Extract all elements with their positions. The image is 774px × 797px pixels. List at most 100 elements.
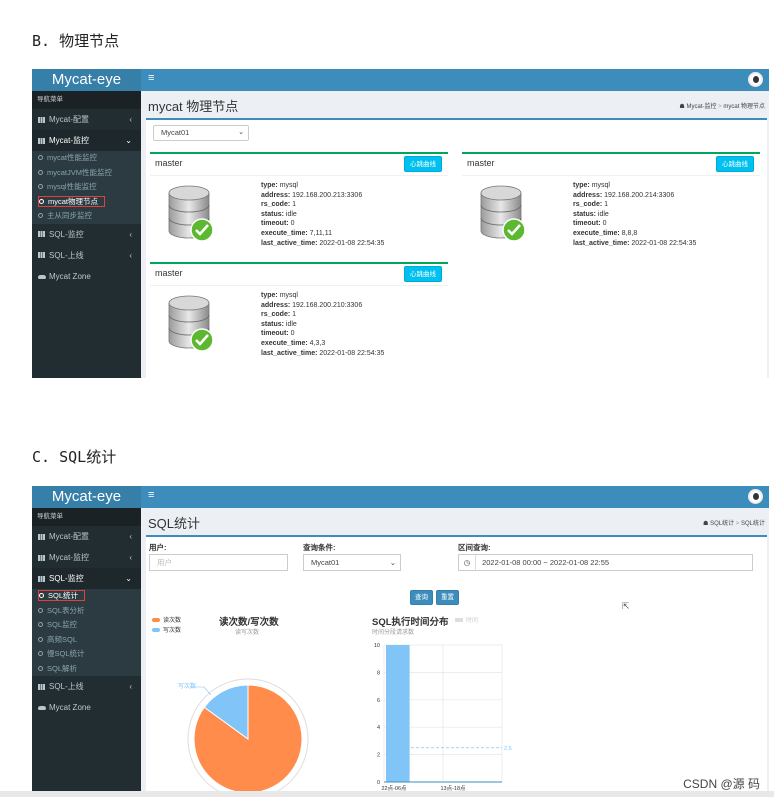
- pie-chart: 写次数 读次数: [178, 678, 309, 791]
- sidebar-item-sql-monitor[interactable]: SQL-监控 ⌄: [32, 568, 141, 589]
- circle-icon: [38, 636, 43, 642]
- y-tick-label: 2: [377, 753, 380, 759]
- app-logo[interactable]: Mycat-eye: [32, 69, 141, 91]
- sidebar-item-mycat-monitor[interactable]: Mycat-监控 ‹: [32, 547, 141, 568]
- node-card-1: master 心跳曲线 type: mysql address: 192.168…: [150, 152, 448, 255]
- node-card-2: master 心跳曲线 type: mysql address: 192.168…: [462, 152, 760, 255]
- sidebar-item-mycat-zone[interactable]: Mycat Zone: [32, 697, 141, 718]
- circle-icon: [38, 155, 43, 160]
- sidebar-sub-slow-sql[interactable]: 慢SQL统计: [32, 647, 141, 662]
- sidebar-sub-sql-stats[interactable]: SQL统计: [32, 589, 141, 604]
- grid-icon: [38, 137, 45, 144]
- circle-icon: [38, 169, 43, 175]
- node-info: type: mysql address: 192.168.200.210:330…: [261, 292, 385, 357]
- circle-icon: [39, 593, 44, 598]
- query-button[interactable]: 查询: [410, 590, 433, 605]
- mycat-select[interactable]: Mycat01 ⌄: [153, 125, 249, 141]
- mycat-eye-sql-stats-window: Mycat-eye ≡ 导航菜单 Mycat-配置 ‹ Mycat-监控 ‹ SQL…: [32, 486, 769, 791]
- cloud-icon: [38, 274, 46, 279]
- user-avatar[interactable]: [748, 489, 763, 504]
- chevron-left-icon: ‹: [129, 553, 132, 562]
- nav-header: 导航菜单: [32, 508, 141, 526]
- node-info: type: mysql address: 192.168.200.214:330…: [573, 182, 697, 247]
- sidebar-item-mycat-monitor[interactable]: Mycat-监控 ⌄: [32, 130, 141, 151]
- sidebar-sub-mycat-perf[interactable]: mycat性能监控: [32, 151, 141, 166]
- content-area: SQL统计 ☗ SQL统计 > SQL统计 用户: 用户 查询条件: Mycat…: [141, 508, 769, 791]
- bar-chart-subtitle: 时间分段请求数: [372, 630, 415, 636]
- sidebar: 导航菜单 Mycat-配置 ‹ Mycat-监控 ⌄ mycat性能监控 mycat…: [32, 91, 141, 378]
- menu-toggle-icon[interactable]: ≡: [148, 72, 154, 84]
- sidebar-sub-physical-node[interactable]: mycat物理节点: [32, 194, 141, 209]
- sidebar-sub-sql-table[interactable]: SQL表分析: [32, 603, 141, 618]
- legend-read[interactable]: 读次数: [152, 615, 181, 624]
- home-icon: ☗: [703, 521, 709, 527]
- app-logo[interactable]: Mycat-eye: [32, 486, 141, 508]
- chevron-down-icon: ⌄: [238, 129, 244, 136]
- chevron-left-icon: ‹: [129, 115, 132, 124]
- bar-0[interactable]: [386, 645, 410, 782]
- condition-label: 查询条件:: [303, 543, 336, 552]
- circle-icon: [39, 198, 44, 204]
- legend-write[interactable]: 写次数: [152, 625, 181, 634]
- cloud-icon: [38, 706, 46, 710]
- sidebar-sub-frequent-sql[interactable]: 高频SQL: [32, 632, 141, 647]
- y-tick-label: 0: [377, 780, 380, 786]
- database-ok-icon: [168, 295, 214, 352]
- cursor-icon: ⇱: [622, 601, 630, 611]
- legend-time[interactable]: 时间: [455, 615, 478, 624]
- chevron-left-icon: ‹: [129, 682, 132, 691]
- heartbeat-button[interactable]: 心跳曲线: [716, 156, 754, 172]
- circle-icon: [38, 607, 43, 613]
- database-ok-icon: [480, 185, 526, 242]
- circle-icon: [38, 665, 43, 671]
- pie-chart-title: 读次数/写次数: [219, 617, 279, 628]
- sidebar-item-sql-online[interactable]: SQL-上线 ‹: [32, 245, 141, 266]
- sidebar-item-mycat-zone[interactable]: Mycat Zone: [32, 266, 141, 287]
- chevron-down-icon: ⌄: [125, 574, 132, 583]
- section-c-heading: C. SQL统计: [32, 448, 117, 466]
- circle-icon: [38, 213, 43, 218]
- circle-icon: [38, 184, 43, 189]
- grid-icon: [38, 533, 45, 540]
- pie-label-write: 写次数: [178, 682, 196, 690]
- top-navbar: Mycat-eye ≡: [32, 69, 769, 91]
- user-input[interactable]: 用户: [149, 554, 288, 571]
- reset-button[interactable]: 重置: [436, 590, 459, 605]
- y-tick-label: 8: [377, 670, 380, 676]
- horizontal-scrollbar[interactable]: [0, 791, 774, 797]
- sidebar-sub-mysql-perf[interactable]: mysql性能监控: [32, 180, 141, 195]
- sidebar-item-sql-monitor[interactable]: SQL-监控 ‹: [32, 224, 141, 245]
- heartbeat-button[interactable]: 心跳曲线: [404, 266, 442, 282]
- sidebar-item-sql-online[interactable]: SQL-上线 ‹: [32, 676, 141, 697]
- bar-chart-title: SQL执行时间分布: [372, 617, 449, 628]
- user-avatar[interactable]: [748, 72, 763, 87]
- breadcrumb: ☗ Mycat-监控 > mycat 物理节点: [679, 104, 765, 110]
- condition-select[interactable]: Mycat01 ⌄: [303, 554, 401, 571]
- sql-stats-panel: 用户: 用户 查询条件: Mycat01 ⌄ 区间查询: ◷ 2022-01-08…: [146, 535, 767, 791]
- sidebar-sub-replication[interactable]: 主从同步监控: [32, 209, 141, 224]
- range-input[interactable]: ◷ 2022-01-08 00:00 ~ 2022-01-08 22:55: [458, 554, 753, 571]
- top-navbar: Mycat-eye ≡: [32, 486, 769, 508]
- chevron-left-icon: ‹: [129, 229, 132, 239]
- heartbeat-button[interactable]: 心跳曲线: [404, 156, 442, 172]
- grid-icon: [38, 252, 45, 258]
- sidebar: 导航菜单 Mycat-配置 ‹ Mycat-监控 ‹ SQL-监控 ⌄ SQL统计 S…: [32, 508, 141, 791]
- database-ok-icon: [168, 185, 214, 242]
- sidebar-sub-sql-parse[interactable]: SQL解析: [32, 661, 141, 676]
- pie-chart-subtitle: 读写次数: [235, 630, 260, 636]
- menu-toggle-icon[interactable]: ≡: [148, 489, 154, 501]
- bar-chart: 024681022点-06点 13点-18点2.5: [374, 643, 512, 791]
- node-card-3: master 心跳曲线 type: mysql address: 192.168…: [150, 262, 448, 365]
- page-title: mycat 物理节点: [148, 99, 239, 114]
- circle-icon: [38, 651, 43, 656]
- mark-line-label: 2.5: [504, 746, 512, 752]
- sidebar-sub-mycat-jvm[interactable]: mycatJVM性能监控: [32, 165, 141, 180]
- nodes-panel: Mycat01 ⌄ master 心跳曲线 type: mysql address: [146, 118, 767, 378]
- sidebar-item-mycat-config[interactable]: Mycat-配置 ‹: [32, 526, 141, 547]
- grid-icon: [38, 554, 45, 561]
- csdn-watermark: CSDN @源 码: [683, 777, 760, 791]
- sidebar-item-mycat-config[interactable]: Mycat-配置 ‹: [32, 109, 141, 130]
- nav-header: 导航菜单: [32, 91, 141, 109]
- sidebar-sub-sql-monitor[interactable]: SQL监控: [32, 618, 141, 633]
- chevron-left-icon: ‹: [129, 532, 132, 541]
